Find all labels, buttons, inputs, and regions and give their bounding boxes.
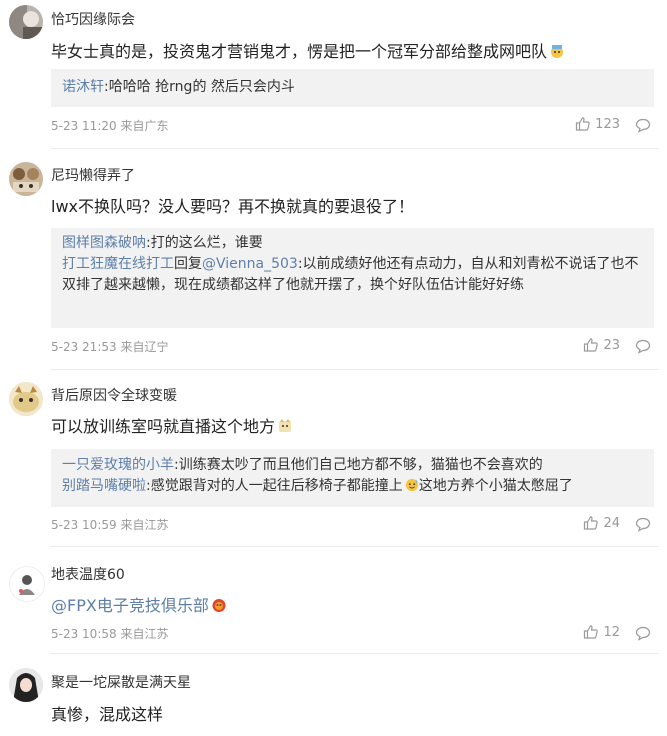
reply-mention[interactable]: @Vienna_503: [202, 256, 298, 272]
comment-text-content: 可以放训练室吗就直播这个地方: [51, 417, 276, 436]
reply-text-continued: 这地方养个小猫太憋屈了: [418, 478, 573, 494]
reply-text: 打的这么烂，谁要: [150, 235, 263, 251]
fire-emoji-icon: [211, 597, 227, 617]
thumbs-up-icon: [583, 337, 599, 353]
reply-text: 训练赛太吵了而且他们自己地方都不够，猫猫也不会喜欢的: [178, 457, 543, 473]
comment-bubble-icon: [635, 625, 651, 641]
reply-item[interactable]: 图样图森破呐:打的这么烂，谁要: [62, 233, 643, 254]
comment-button[interactable]: [635, 117, 651, 133]
like-button[interactable]: 12: [583, 624, 620, 640]
smiling-emoji-icon: [549, 43, 565, 63]
like-count: 24: [603, 515, 620, 531]
reply-keyword: 回复: [174, 256, 202, 272]
comment-text: 真惨，混成这样: [51, 705, 164, 724]
like-button[interactable]: 123: [575, 116, 620, 132]
reply-box: 一只爱玫瑰的小羊:训练赛太吵了而且他们自己地方都不够，猫猫也不会喜欢的 别踏马嘴…: [51, 449, 654, 507]
comment-meta: 5-23 10:58 来自江苏: [51, 627, 169, 641]
comment-item: 聚是一坨屎散是满天星 真惨，混成这样: [0, 654, 667, 736]
mention-link[interactable]: @FPX电子竞技俱乐部: [51, 596, 209, 615]
avatar[interactable]: [9, 382, 43, 416]
reply-username[interactable]: 图样图森破呐: [62, 235, 146, 251]
avatar[interactable]: [9, 162, 43, 196]
comment-username[interactable]: 背后原因令全球变暖: [51, 385, 177, 405]
comment-username[interactable]: 地表温度60: [51, 564, 125, 584]
reply-item[interactable]: 一只爱玫瑰的小羊:训练赛太吵了而且他们自己地方都不够，猫猫也不会喜欢的: [62, 455, 643, 476]
thumbs-up-icon: [583, 515, 599, 531]
comment-meta: 5-23 21:53 来自辽宁: [51, 340, 169, 354]
comment-text: 可以放训练室吗就直播这个地方: [51, 413, 293, 438]
like-count: 23: [603, 337, 620, 353]
like-count: 12: [603, 624, 620, 640]
comment-item: 地表温度60 @FPX电子竞技俱乐部 5-23 10:58 来自江苏 12: [0, 547, 667, 653]
reply-text: 哈哈哈 抢rng的 然后只会内斗: [108, 79, 295, 95]
comment-meta: 5-23 10:59 来自江苏: [51, 518, 169, 532]
comment-item: 恰巧因缘际会 毕女士真的是，投资鬼才营销鬼才，愣是把一个冠军分部给整成网吧队 诺…: [0, 0, 667, 148]
comment-bubble-icon: [635, 516, 651, 532]
reply-username[interactable]: 一只爱玫瑰的小羊: [62, 457, 174, 473]
comment-username[interactable]: 聚是一坨屎散是满天星: [51, 672, 191, 692]
comment-username[interactable]: 恰巧因缘际会: [51, 9, 135, 29]
like-button[interactable]: 24: [583, 515, 620, 531]
comment-item: 背后原因令全球变暖 可以放训练室吗就直播这个地方 一只爱玫瑰的小羊:训练赛太吵了…: [0, 370, 667, 546]
reply-box: 图样图森破呐:打的这么烂，谁要 打工狂魔在线打工回复@Vienna_503:以前…: [51, 228, 654, 328]
avatar[interactable]: [9, 5, 43, 39]
comment-username[interactable]: 尼玛懒得弄了: [51, 165, 135, 185]
comment-text: @FPX电子竞技俱乐部: [51, 592, 227, 617]
reply-item[interactable]: 诺沐轩:哈哈哈 抢rng的 然后只会内斗: [62, 77, 643, 98]
sweat-smile-emoji-icon: [405, 478, 419, 499]
cat-emoji-icon: [277, 418, 293, 438]
comment-item: 尼玛懒得弄了 lwx不换队吗？没人要吗？再不换就真的要退役了！ 图样图森破呐:打…: [0, 149, 667, 369]
comment-button[interactable]: [635, 338, 651, 354]
reply-item[interactable]: 别踏马嘴硬啦:感觉跟背对的人一起往后移椅子都能撞上 这地方养个小猫太憋屈了: [62, 476, 643, 499]
comment-text: 毕女士真的是，投资鬼才营销鬼才，愣是把一个冠军分部给整成网吧队: [51, 38, 565, 63]
reply-username[interactable]: 诺沐轩: [62, 79, 104, 95]
avatar[interactable]: [9, 566, 45, 602]
thumbs-up-icon: [575, 116, 591, 132]
comment-text-content: 毕女士真的是，投资鬼才营销鬼才，愣是把一个冠军分部给整成网吧队: [51, 42, 548, 61]
comment-bubble-icon: [635, 338, 651, 354]
reply-username[interactable]: 打工狂魔在线打工: [62, 256, 174, 272]
comment-button[interactable]: [635, 625, 651, 641]
comment-bubble-icon: [635, 117, 651, 133]
thumbs-up-icon: [583, 624, 599, 640]
reply-username[interactable]: 别踏马嘴硬啦: [62, 478, 146, 494]
comment-text: lwx不换队吗？没人要吗？再不换就真的要退役了！: [51, 197, 415, 216]
reply-item[interactable]: 打工狂魔在线打工回复@Vienna_503:以前成绩好他还有点动力，自从和刘青松…: [62, 254, 643, 296]
like-button[interactable]: 23: [583, 337, 620, 353]
avatar[interactable]: [9, 668, 43, 702]
comment-meta: 5-23 11:20 来自广东: [51, 119, 169, 133]
like-count: 123: [595, 116, 620, 132]
comment-button[interactable]: [635, 516, 651, 532]
reply-text: 感觉跟背对的人一起往后移椅子都能撞上: [150, 478, 403, 494]
reply-box: 诺沐轩:哈哈哈 抢rng的 然后只会内斗: [51, 69, 654, 107]
